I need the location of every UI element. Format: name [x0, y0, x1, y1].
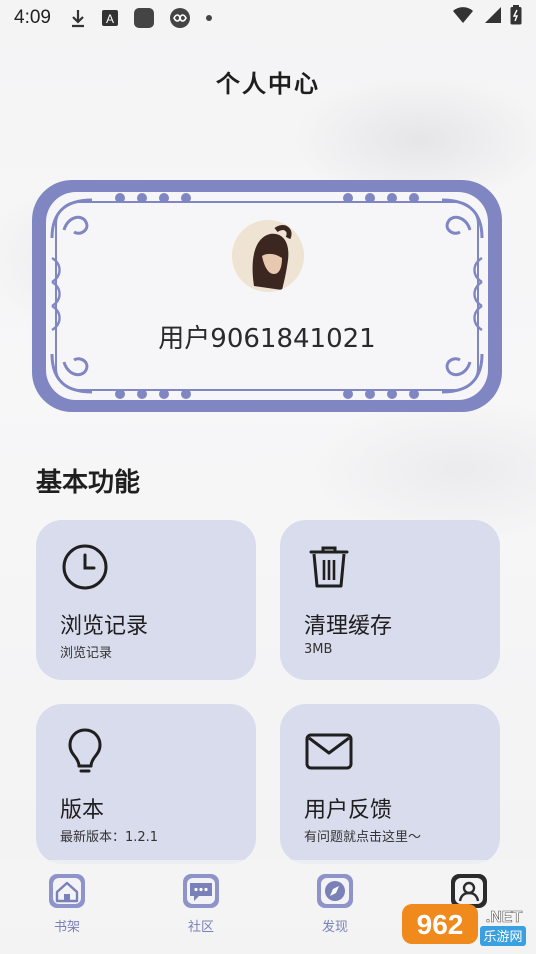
lightbulb-icon [68, 728, 102, 773]
nav-label: 发现 [321, 920, 348, 935]
profile-card[interactable]: 用户9061841021 [30, 178, 504, 414]
clock-icon [62, 544, 108, 590]
version-card[interactable]: 版本 最新版本：1.2.1 [36, 704, 256, 864]
nav-item-community[interactable]: 社区 [156, 870, 246, 935]
nav-item-discover[interactable]: 发现 [290, 870, 380, 935]
feedback-card[interactable]: 用户反馈 有问题就点击这里～ [280, 704, 500, 864]
nav-label: 社区 [187, 920, 214, 935]
card-subtitle: 最新版本：1.2.1 [60, 830, 159, 845]
download-icon [69, 8, 87, 28]
battery-icon [510, 5, 522, 31]
card-title: 清理缓存 [304, 614, 393, 639]
card-subtitle: 浏览记录 [60, 646, 113, 661]
status-time: 4:09 [14, 7, 51, 28]
watermark-logo: 962 .NET 乐游网 [402, 904, 526, 946]
username: 用户9061841021 [158, 324, 376, 354]
watermark-brand: 962 [417, 909, 464, 940]
nav-item-bookshelf[interactable]: 书架 [22, 870, 112, 935]
clear-cache-card[interactable]: 清理缓存 3MB [280, 520, 500, 680]
infinity-icon [169, 7, 191, 29]
envelope-icon [305, 733, 353, 770]
history-card[interactable]: 浏览记录 浏览记录 [36, 520, 256, 680]
dot-icon [205, 14, 213, 22]
card-subtitle: 有问题就点击这里～ [304, 830, 422, 845]
section-title: 基本功能 [36, 468, 141, 498]
square-app-icon [133, 7, 155, 29]
nav-label: 书架 [53, 920, 80, 935]
trash-icon [309, 546, 349, 588]
card-title: 用户反馈 [304, 798, 393, 823]
card-title: 浏览记录 [60, 614, 149, 639]
svg-text:A: A [106, 12, 114, 26]
ornamental-frame [32, 180, 502, 412]
chat-icon [183, 874, 219, 908]
card-title: 版本 [60, 798, 105, 823]
home-icon [49, 874, 85, 908]
signal-icon [482, 6, 502, 30]
avatar[interactable] [232, 220, 304, 292]
avatar-portrait-icon [232, 220, 304, 292]
card-subtitle: 3MB [304, 642, 333, 657]
watermark-suffix: .NET [486, 909, 523, 926]
page-title: 个人中心 [216, 70, 320, 98]
compass-icon [317, 874, 353, 908]
watermark-tagline: 乐游网 [483, 930, 522, 945]
a-box-icon: A [101, 9, 119, 27]
status-bar: 4:09 A [0, 0, 536, 36]
wifi-icon [452, 6, 474, 30]
